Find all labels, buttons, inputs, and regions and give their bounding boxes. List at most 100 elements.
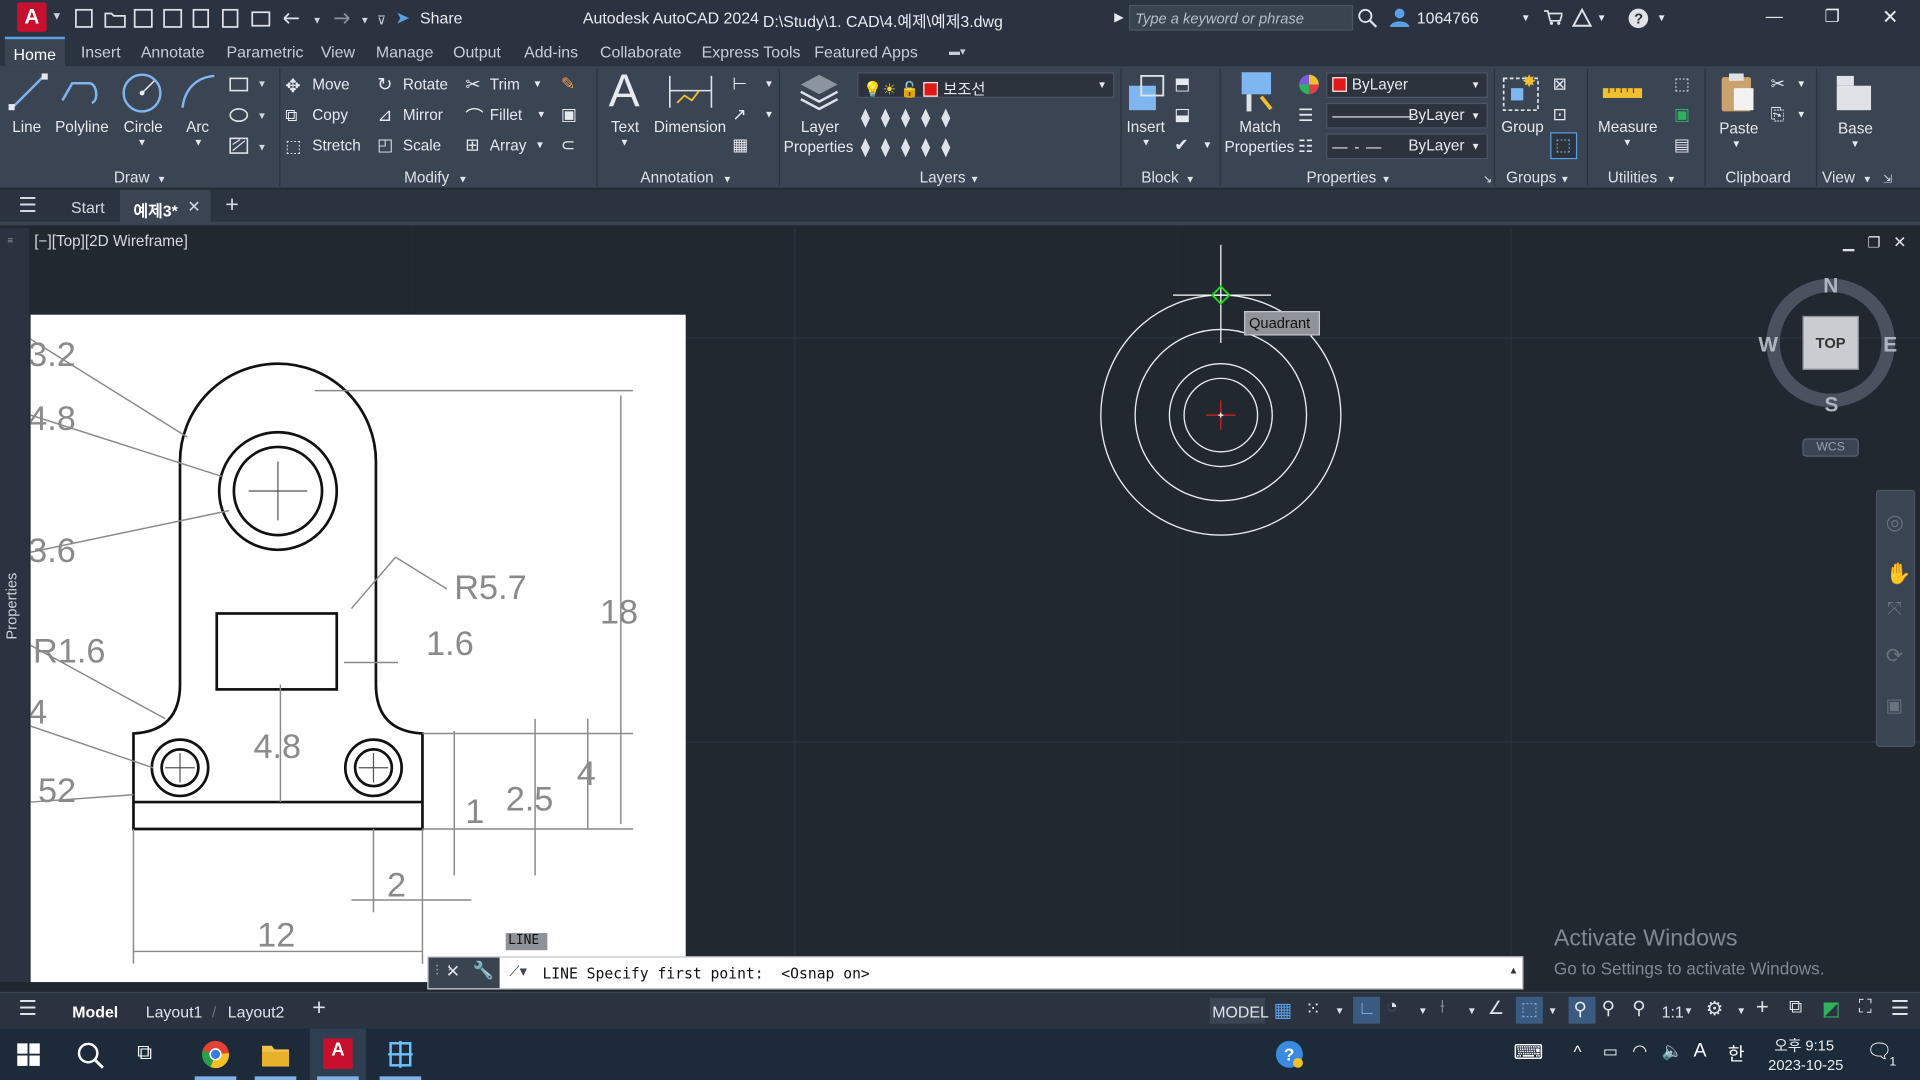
layer-tools-row-1[interactable]: ⧫⧫⧫⧫⧫ xyxy=(861,107,961,129)
units-icon[interactable]: ⧉ xyxy=(1789,997,1802,1018)
annotation-scale-icon[interactable]: ⚲ xyxy=(1632,997,1645,1019)
properties-panel-title[interactable]: Properties xyxy=(1307,169,1377,186)
measure-icon[interactable] xyxy=(1600,81,1644,105)
tab-output[interactable]: Output xyxy=(453,43,501,61)
app-menu-chevron-icon[interactable]: ▼ xyxy=(51,10,62,22)
fillet-dropdown-icon[interactable]: ▼ xyxy=(536,109,546,120)
compass-east[interactable]: E xyxy=(1883,333,1897,357)
layer-properties-label-1[interactable]: Layer xyxy=(801,119,839,136)
draw-panel-title[interactable]: Draw xyxy=(114,169,150,186)
task-view-icon[interactable]: ⧉ xyxy=(137,1041,152,1065)
ime-mode[interactable]: 한 xyxy=(1728,1041,1745,1067)
linear-dim-icon[interactable]: ⊢ xyxy=(732,73,747,94)
model-space-toggle[interactable]: MODEL xyxy=(1209,997,1269,1024)
block-panel-title[interactable]: Block xyxy=(1141,169,1178,186)
object-snap-tracking-icon[interactable]: ∠ xyxy=(1488,997,1504,1019)
paste-button[interactable]: Paste xyxy=(1719,120,1758,137)
command-line-customize-icon[interactable]: 🔧 xyxy=(473,960,494,981)
group-edit-icon[interactable]: ⊡ xyxy=(1553,104,1567,125)
grid-icon[interactable]: ▦ xyxy=(1273,998,1292,1022)
match-properties-icon[interactable] xyxy=(1237,70,1279,114)
rotate-icon[interactable]: ↻ xyxy=(377,73,392,96)
clock-date[interactable]: 2023-10-25 xyxy=(1768,1057,1843,1074)
layout-tab-layout2[interactable]: Layout2 xyxy=(228,1003,285,1021)
search-icon[interactable] xyxy=(1357,7,1379,29)
tab-featured-apps[interactable]: Featured Apps xyxy=(814,43,918,61)
ribbon-pin-icon[interactable]: ⇲ xyxy=(1883,173,1892,186)
annotation-visibility-toggle[interactable]: ⚲ xyxy=(1568,996,1596,1024)
viewport-restore-icon[interactable]: ❐ xyxy=(1867,234,1880,251)
search-expand-icon[interactable]: ▶ xyxy=(1114,11,1123,24)
rectangle-icon[interactable] xyxy=(229,77,249,92)
help-chevron-icon[interactable]: ▼ xyxy=(1657,12,1667,23)
search-input[interactable]: Type a keyword or phrase xyxy=(1128,4,1354,31)
user-icon[interactable] xyxy=(1389,6,1411,28)
layout-tab-model[interactable]: Model xyxy=(72,1003,118,1021)
close-icon[interactable]: ✕ xyxy=(1882,5,1898,29)
annotation-panel-title[interactable]: Annotation xyxy=(640,169,713,186)
autocad-logo-icon[interactable]: A xyxy=(17,2,47,32)
quick-select-icon[interactable]: ⬚ xyxy=(1674,73,1690,94)
layout-tab-layout1[interactable]: Layout1 xyxy=(146,1003,203,1021)
annotation-monitor-icon[interactable]: + xyxy=(1756,994,1769,1020)
snap-dropdown-icon[interactable]: ▼ xyxy=(1335,1005,1345,1016)
user-menu-chevron-icon[interactable]: ▼ xyxy=(1521,12,1531,23)
fillet-icon[interactable]: ⌒ xyxy=(465,104,483,130)
insert-button[interactable]: Insert xyxy=(1127,119,1165,136)
orbit-icon[interactable]: ⟳ xyxy=(1886,644,1903,668)
copy-clip-dropdown-icon[interactable]: ▼ xyxy=(1796,109,1806,120)
insert-dropdown-icon[interactable]: ▼ xyxy=(1141,137,1151,148)
groups-panel-title[interactable]: Groups xyxy=(1506,169,1556,186)
save-as-icon[interactable] xyxy=(163,8,183,28)
file-explorer-taskbar-icon[interactable] xyxy=(247,1029,303,1080)
stretch-icon[interactable]: ⬚ xyxy=(285,136,301,157)
hamburger-menu-icon[interactable]: ☰ xyxy=(18,193,37,217)
recent-commands-icon[interactable]: ⟋▾ xyxy=(509,962,527,980)
polyline-icon[interactable] xyxy=(59,71,103,113)
annotation-scale-dropdown-icon[interactable]: ▼ xyxy=(1684,1005,1694,1016)
scale-button[interactable]: Scale xyxy=(403,137,441,154)
open-file-icon[interactable] xyxy=(104,12,126,28)
move-button[interactable]: Move xyxy=(312,76,349,93)
measure-button[interactable]: Measure xyxy=(1598,119,1658,136)
text-dropdown-icon[interactable]: ▼ xyxy=(620,137,630,148)
measure-dropdown-icon[interactable]: ▼ xyxy=(1622,137,1632,148)
lineweight-dropdown[interactable]: ByLayer ▼ xyxy=(1326,102,1488,129)
file-tab-start[interactable]: Start xyxy=(71,198,105,216)
plot-icon[interactable] xyxy=(251,11,271,27)
workspace-gear-icon[interactable]: ⚙ xyxy=(1706,997,1724,1021)
view-cube[interactable]: N S E W TOP xyxy=(1758,274,1898,416)
move-icon[interactable]: ✥ xyxy=(285,75,300,97)
array-dropdown-icon[interactable]: ▼ xyxy=(535,140,545,151)
autocad-taskbar-icon[interactable]: A xyxy=(309,1028,367,1080)
modify-panel-expand-icon[interactable]: ▼ xyxy=(458,174,468,185)
annotation-panel-expand-icon[interactable]: ▼ xyxy=(722,174,732,185)
groups-panel-expand-icon[interactable]: ▼ xyxy=(1560,174,1570,185)
osnap-dropdown-icon[interactable]: ▼ xyxy=(1548,1005,1558,1016)
layer-properties-label-2[interactable]: Properties xyxy=(784,138,854,155)
copy-clip-icon[interactable]: ⎘ xyxy=(1771,104,1785,125)
polar-dropdown-icon[interactable]: ▼ xyxy=(1418,1005,1428,1016)
showmotion-icon[interactable]: ▣ xyxy=(1886,694,1903,717)
tab-view[interactable]: View xyxy=(321,43,355,61)
paste-icon[interactable] xyxy=(1718,71,1757,115)
modify-panel-title[interactable]: Modify xyxy=(404,169,449,186)
cut-icon[interactable]: ✂ xyxy=(1771,73,1785,94)
layer-tools-row-2[interactable]: ⧫⧫⧫⧫⧫ xyxy=(861,136,961,158)
paste-dropdown-icon[interactable]: ▼ xyxy=(1731,138,1741,149)
color-dropdown[interactable]: ByLayer ▼ xyxy=(1326,72,1488,98)
battery-icon[interactable]: ▭ xyxy=(1603,1042,1618,1062)
mirror-button[interactable]: Mirror xyxy=(403,107,443,124)
snap-icon[interactable]: ⁙ xyxy=(1305,998,1320,1020)
base-view-icon[interactable] xyxy=(1832,73,1876,112)
tab-add-ins[interactable]: Add-ins xyxy=(524,43,578,61)
color-wheel-icon[interactable] xyxy=(1298,73,1320,95)
cart-icon[interactable] xyxy=(1543,9,1563,26)
save-to-web-icon[interactable] xyxy=(222,8,239,28)
layout-menu-icon[interactable]: ☰ xyxy=(18,997,37,1021)
chrome-taskbar-icon[interactable] xyxy=(187,1029,243,1080)
circle-icon[interactable] xyxy=(120,71,164,115)
minimize-icon[interactable]: — xyxy=(1766,6,1783,26)
volume-icon[interactable]: 🔈 xyxy=(1662,1041,1683,1062)
command-line-close-icon[interactable]: ✕ xyxy=(446,961,460,982)
